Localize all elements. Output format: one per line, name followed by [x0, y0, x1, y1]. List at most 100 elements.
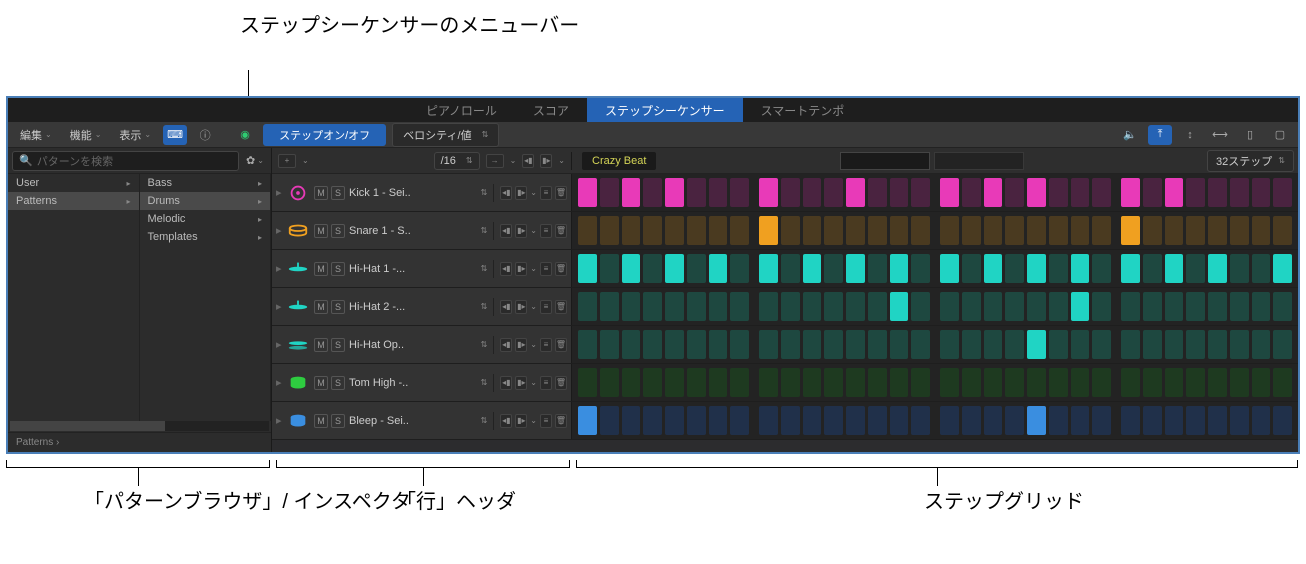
step-right-button[interactable]: ▮▸ [515, 300, 527, 314]
row-settings-button[interactable]: ≡ [540, 224, 552, 238]
step-cell[interactable] [643, 216, 662, 245]
step-cell[interactable] [962, 368, 981, 397]
step-cell[interactable] [1049, 330, 1068, 359]
step-cell[interactable] [1252, 368, 1271, 397]
step-cell[interactable] [687, 216, 706, 245]
browser-item[interactable]: User▸ [8, 174, 139, 192]
solo-button[interactable]: S [331, 262, 345, 276]
info-icon[interactable]: ⓘ [193, 125, 217, 145]
step-cell[interactable] [940, 178, 959, 207]
mute-button[interactable]: M [314, 224, 328, 238]
step-cell[interactable] [1252, 292, 1271, 321]
row-delete-button[interactable]: 🗑 [555, 338, 567, 352]
catch-icon[interactable]: ⤒ [1148, 125, 1172, 145]
step-left-button[interactable]: ◂▮ [500, 224, 512, 238]
step-cell[interactable] [890, 216, 909, 245]
step-cell[interactable] [1071, 292, 1090, 321]
browser-hscroll[interactable] [10, 421, 269, 431]
step-cell[interactable] [1092, 292, 1111, 321]
step-cell[interactable] [709, 216, 728, 245]
step-cell[interactable] [687, 330, 706, 359]
step-cell[interactable] [622, 254, 641, 283]
row-settings-button[interactable]: ≡ [540, 376, 552, 390]
step-cell[interactable] [759, 178, 778, 207]
step-cell[interactable] [1273, 254, 1292, 283]
step-cell[interactable] [759, 292, 778, 321]
row-delete-button[interactable]: 🗑 [555, 262, 567, 276]
step-cell[interactable] [803, 178, 822, 207]
step-cell[interactable] [1071, 254, 1090, 283]
step-right-button[interactable]: ▮▸ [515, 262, 527, 276]
step-cell[interactable] [890, 254, 909, 283]
loop-start-button[interactable]: ◂▮ [522, 154, 534, 168]
step-cell[interactable] [1186, 216, 1205, 245]
step-cell[interactable] [1165, 368, 1184, 397]
volume-icon[interactable]: 🔈 [1118, 125, 1142, 145]
step-cell[interactable] [1165, 254, 1184, 283]
step-cell[interactable] [687, 368, 706, 397]
step-cell[interactable] [984, 178, 1003, 207]
step-cell[interactable] [643, 254, 662, 283]
step-cell[interactable] [730, 178, 749, 207]
step-cell[interactable] [1121, 254, 1140, 283]
step-cell[interactable] [759, 330, 778, 359]
minimap-a[interactable] [840, 152, 930, 170]
step-cell[interactable] [600, 292, 619, 321]
step-cell[interactable] [824, 368, 843, 397]
step-cell[interactable] [1027, 292, 1046, 321]
step-cell[interactable] [1005, 216, 1024, 245]
row-name[interactable]: Hi-Hat 2 -... [349, 301, 477, 313]
browser-breadcrumb[interactable]: Patterns › [8, 432, 271, 452]
step-cell[interactable] [1186, 254, 1205, 283]
mute-button[interactable]: M [314, 262, 328, 276]
step-cell[interactable] [1165, 216, 1184, 245]
step-cell[interactable] [781, 292, 800, 321]
step-cell[interactable] [1121, 406, 1140, 435]
disclosure-icon[interactable]: ▸ [276, 376, 282, 389]
step-cell[interactable] [1027, 330, 1046, 359]
step-cell[interactable] [600, 216, 619, 245]
mute-button[interactable]: M [314, 186, 328, 200]
row-name[interactable]: Snare 1 - S.. [349, 225, 477, 237]
solo-button[interactable]: S [331, 224, 345, 238]
step-cell[interactable] [911, 292, 930, 321]
step-cell[interactable] [824, 406, 843, 435]
step-cell[interactable] [962, 178, 981, 207]
step-cell[interactable] [803, 292, 822, 321]
step-cell[interactable] [730, 406, 749, 435]
step-cell[interactable] [1208, 406, 1227, 435]
browser-item[interactable]: Drums▸ [140, 192, 271, 210]
loop-browser-icon[interactable]: ◉ [233, 125, 257, 145]
pattern-name[interactable]: Crazy Beat [582, 152, 656, 170]
step-cell[interactable] [1121, 330, 1140, 359]
step-cell[interactable] [759, 216, 778, 245]
zoom-fit-icon[interactable]: ⟷ [1208, 125, 1232, 145]
list-icon[interactable]: ▯ [1238, 125, 1262, 145]
step-cell[interactable] [1208, 368, 1227, 397]
step-cell[interactable] [665, 330, 684, 359]
solo-button[interactable]: S [331, 300, 345, 314]
step-cell[interactable] [890, 406, 909, 435]
step-cell[interactable] [846, 178, 865, 207]
step-right-button[interactable]: ▮▸ [515, 338, 527, 352]
minimap-b[interactable] [934, 152, 1024, 170]
step-cell[interactable] [1273, 368, 1292, 397]
step-cell[interactable] [665, 368, 684, 397]
step-cell[interactable] [665, 178, 684, 207]
step-cell[interactable] [687, 406, 706, 435]
step-cell[interactable] [781, 254, 800, 283]
solo-button[interactable]: S [331, 414, 345, 428]
step-cell[interactable] [643, 368, 662, 397]
step-cell[interactable] [911, 216, 930, 245]
step-cell[interactable] [962, 254, 981, 283]
step-cell[interactable] [1143, 368, 1162, 397]
row-delete-button[interactable]: 🗑 [555, 300, 567, 314]
row-menu-icon[interactable]: ⇅ [481, 226, 488, 235]
step-cell[interactable] [578, 216, 597, 245]
step-cell[interactable] [1186, 330, 1205, 359]
browser-item[interactable]: Patterns▸ [8, 192, 139, 210]
step-cell[interactable] [1005, 368, 1024, 397]
step-cell[interactable] [600, 368, 619, 397]
row-menu-icon[interactable]: ⇅ [481, 416, 488, 425]
step-cell[interactable] [730, 330, 749, 359]
